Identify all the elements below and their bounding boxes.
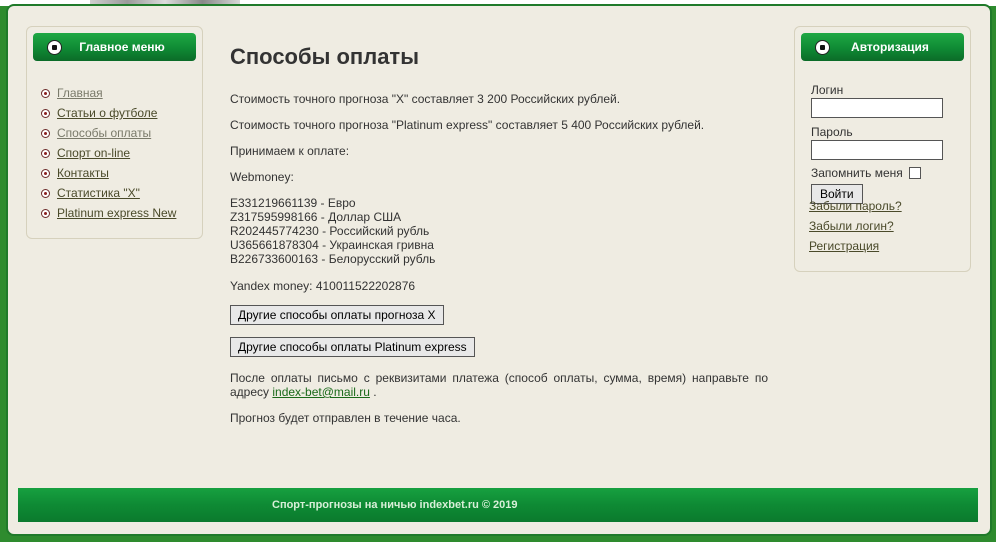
auth-header: Авторизация <box>801 33 964 61</box>
main-menu-header: Главное меню <box>33 33 196 61</box>
menu-item-home: Главная <box>41 83 176 103</box>
other-payment-x-button[interactable]: Другие способы оплаты прогноза X <box>230 305 444 325</box>
forgot-password-link[interactable]: Забыли пароль? <box>809 199 902 213</box>
instructions-paragraph: После оплаты письмо с реквизитами платеж… <box>230 371 768 399</box>
other-payment-platinum-button[interactable]: Другие способы оплаты Platinum express <box>230 337 475 357</box>
login-label: Логин <box>811 83 844 97</box>
button-row-platinum: Другие способы оплаты Platinum express <box>230 337 768 357</box>
ball-bullet-icon <box>41 148 50 158</box>
remember-checkbox[interactable] <box>908 167 921 179</box>
footer-bar: Спорт-прогнозы на ничью indexbet.ru © 20… <box>18 488 978 522</box>
webmoney-label: Webmoney: <box>230 170 294 184</box>
remember-label: Запомнить меня <box>811 166 903 180</box>
menu-link-platinum[interactable]: Platinum express New <box>57 206 176 220</box>
menu-link-contacts[interactable]: Контакты <box>57 166 109 180</box>
password-input[interactable] <box>811 140 943 160</box>
remember-row: Запомнить меня <box>811 166 943 180</box>
soccer-ball-icon <box>47 39 62 55</box>
button-row-x: Другие способы оплаты прогноза X <box>230 305 768 325</box>
login-input[interactable] <box>811 98 943 118</box>
main-menu-list: Главная Статьи о футболе Способы оплаты … <box>41 83 176 223</box>
accept-label: Принимаем к оплате: <box>230 144 350 158</box>
main-menu-panel: Главное меню Главная Статьи о футболе Сп… <box>26 26 203 239</box>
auth-link-item: Регистрация <box>809 239 902 259</box>
footer-copyright: Спорт-прогнозы на ничью indexbet.ru © 20… <box>272 499 518 511</box>
ball-bullet-icon <box>41 168 50 178</box>
menu-link-home[interactable]: Главная <box>57 86 103 100</box>
wallet-rub: R202445774230 - Российский рубль <box>230 224 430 238</box>
menu-link-articles[interactable]: Статьи о футболе <box>57 106 157 120</box>
main-menu-title: Главное меню <box>79 40 165 54</box>
wallet-byr: B226733600163 - Белорусский рубль <box>230 252 436 266</box>
menu-item-sport-online: Спорт on-line <box>41 143 176 163</box>
soccer-ball-icon <box>815 39 830 55</box>
menu-item-payment: Способы оплаты <box>41 123 176 143</box>
auth-panel: Авторизация Логин Пароль Запомнить меня … <box>794 26 971 272</box>
wallet-uah: U365661878304 - Украинская гривна <box>230 238 434 252</box>
forgot-login-link[interactable]: Забыли логин? <box>809 219 894 233</box>
menu-item-statistics: Статистика "X" <box>41 183 176 203</box>
instructions-end: . <box>369 385 377 399</box>
wallet-usd: Z317595998166 - Доллар США <box>230 210 402 224</box>
page-title: Способы оплаты <box>230 44 419 69</box>
ball-bullet-icon <box>41 128 50 138</box>
menu-item-platinum: Platinum express New <box>41 203 176 223</box>
page-frame: Главное меню Главная Статьи о футболе Сп… <box>6 4 992 536</box>
ball-bullet-icon <box>41 88 50 98</box>
menu-link-statistics[interactable]: Статистика "X" <box>57 186 140 200</box>
ball-bullet-icon <box>41 208 50 218</box>
webmoney-wallet-list: E331219661139 - Евро Z317595998166 - Дол… <box>230 196 768 266</box>
auth-link-item: Забыли пароль? <box>809 199 902 219</box>
email-link[interactable]: index-bet@mail.ru <box>272 385 370 399</box>
price-x-text: Стоимость точного прогноза "X" составляе… <box>230 92 621 106</box>
menu-item-contacts: Контакты <box>41 163 176 183</box>
ball-bullet-icon <box>41 188 50 198</box>
menu-link-sport-online[interactable]: Спорт on-line <box>57 146 130 160</box>
auth-link-item: Забыли логин? <box>809 219 902 239</box>
auth-links: Забыли пароль? Забыли логин? Регистрация <box>809 199 902 259</box>
main-content: Способы оплаты Стоимость точного прогноз… <box>230 44 768 437</box>
password-label: Пароль <box>811 125 853 139</box>
price-platinum-text: Стоимость точного прогноза "Platinum exp… <box>230 118 705 132</box>
login-form: Логин Пароль Запомнить меня Войти <box>811 83 943 204</box>
menu-link-payment[interactable]: Способы оплаты <box>57 126 151 140</box>
register-link[interactable]: Регистрация <box>809 239 879 253</box>
yandex-money-text: Yandex money: 410011522202876 <box>230 279 416 293</box>
menu-item-articles: Статьи о футболе <box>41 103 176 123</box>
auth-title: Авторизация <box>851 40 929 54</box>
ball-bullet-icon <box>41 108 50 118</box>
delivery-note: Прогноз будет отправлен в течение часа. <box>230 411 461 425</box>
wallet-eur: E331219661139 - Евро <box>230 196 356 210</box>
